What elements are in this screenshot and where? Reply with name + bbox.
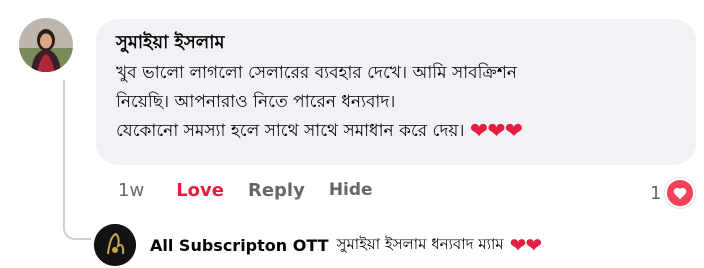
comment-text-line: নিয়েছি। আপনারাও নিতে পারেন ধন্যবাদ। xyxy=(116,92,396,112)
reaction-summary[interactable]: 1 xyxy=(650,178,696,208)
comment-text-line-content: যেকোনো সমস্যা হলে সাথে সাথে সমাধান করে দ… xyxy=(116,121,465,141)
reply-text: সুমাইয়া ইসলাম ধন্যবাদ ম্যাম xyxy=(336,234,504,253)
hide-button[interactable]: Hide xyxy=(329,180,373,200)
brand-logo-icon xyxy=(94,224,136,266)
reaction-count: 1 xyxy=(650,182,662,204)
comment-timestamp[interactable]: 1w xyxy=(118,180,144,201)
heart-icon xyxy=(665,178,696,208)
comment-text-line: যেকোনো সমস্যা হলে সাথে সাথে সমাধান করে দ… xyxy=(116,117,680,146)
profile-photo-icon xyxy=(19,18,73,72)
reply-avatar[interactable] xyxy=(94,224,136,266)
heart-emoji-icon: ❤❤❤ xyxy=(469,119,523,144)
love-button[interactable]: Love xyxy=(176,180,224,201)
thread-connector xyxy=(63,80,91,240)
comment-text: খুব ভালো লাগলো সেলারের ব্যবহার দেখে। আমি… xyxy=(116,59,680,146)
comment-actions: 1w Love Reply Hide xyxy=(118,176,397,204)
comment-bubble: সুমাইয়া ইসলাম খুব ভালো লাগলো সেলারের ব্… xyxy=(96,19,696,165)
comment-avatar[interactable] xyxy=(19,18,73,72)
comment-author[interactable]: সুমাইয়া ইসলাম xyxy=(116,31,680,55)
reply-button[interactable]: Reply xyxy=(248,180,305,201)
heart-emoji-icon: ❤❤ xyxy=(509,233,543,257)
comment-text-line: খুব ভালো লাগলো সেলারের ব্যবহার দেখে। আমি… xyxy=(116,63,517,83)
reply-author[interactable]: All Subscripton OTT xyxy=(150,236,329,255)
reply-comment: All Subscripton OTT সুমাইয়া ইসলাম ধন্যব… xyxy=(94,224,543,266)
